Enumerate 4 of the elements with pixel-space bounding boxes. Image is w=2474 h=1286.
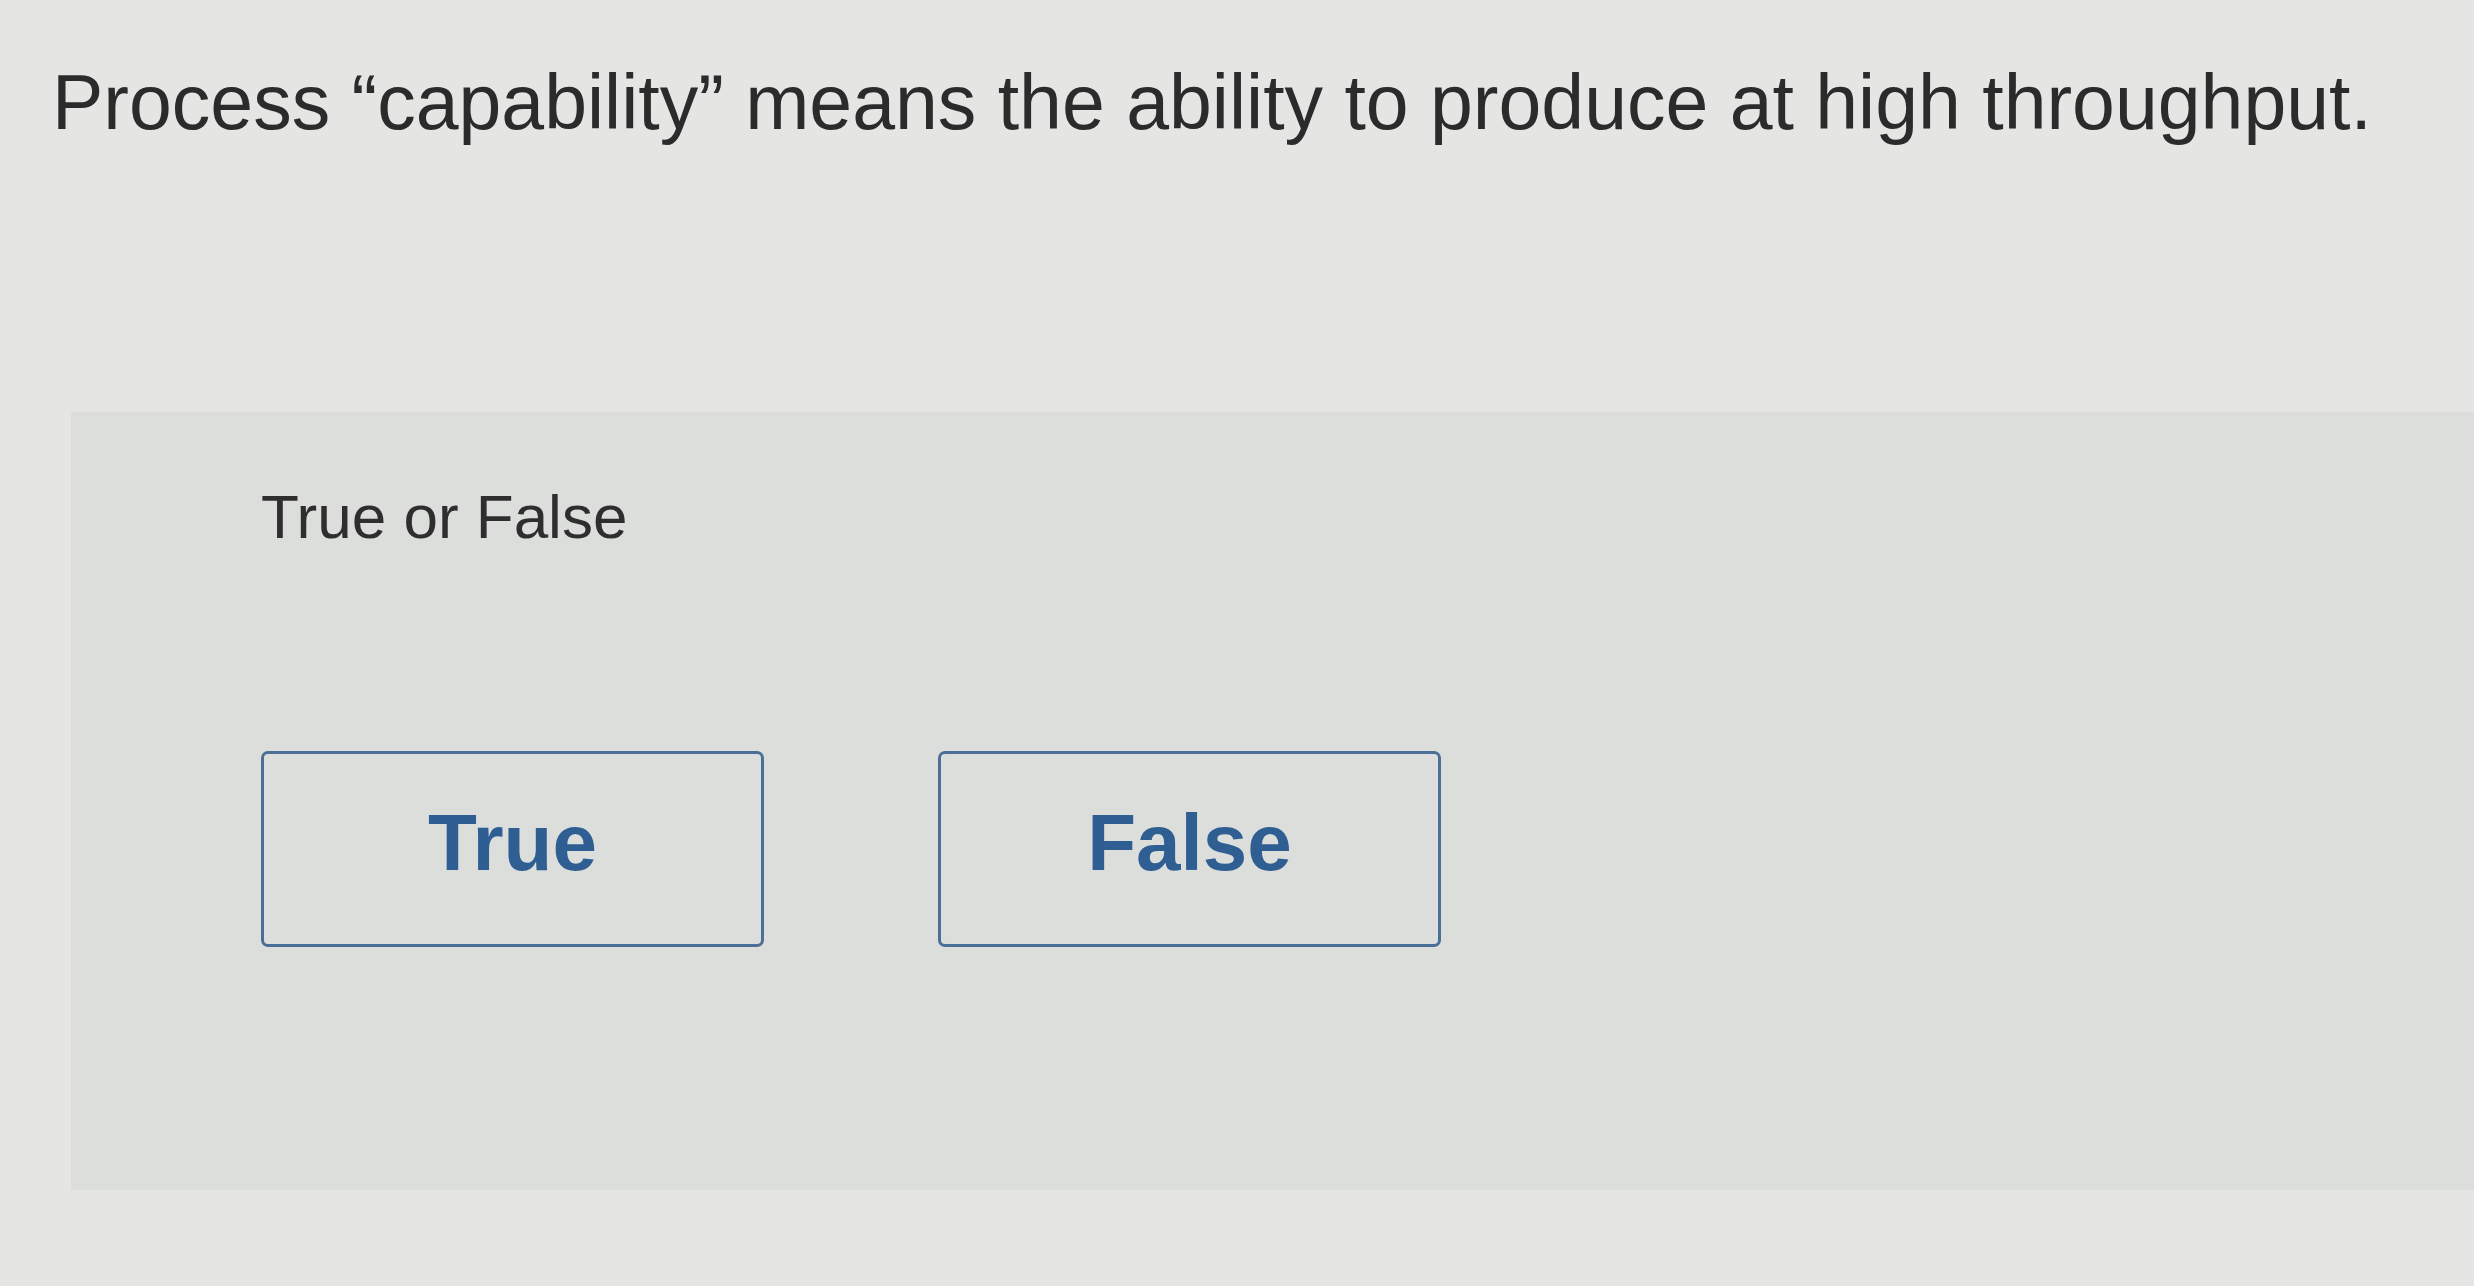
prompt-text: True or False bbox=[261, 481, 628, 554]
answer-button[interactable]: True bbox=[261, 750, 764, 947]
question-text: Process “capability” means the ability to produce at high throughput. bbox=[52, 58, 2372, 147]
answer-button[interactable]: False bbox=[938, 750, 1441, 947]
